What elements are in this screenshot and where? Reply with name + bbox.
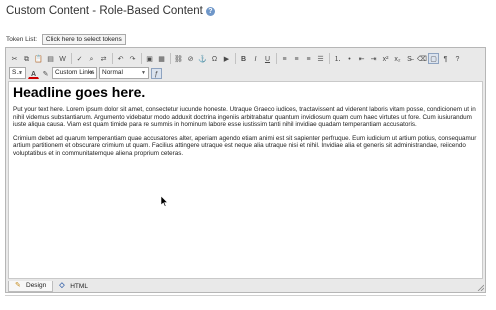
chevron-down-icon: ▼ [141, 70, 146, 76]
format-dropdown[interactable]: Normal ▼ [99, 67, 149, 79]
custom-links-dropdown[interactable]: Custom Links ▼ [52, 67, 97, 79]
justify-icon[interactable]: ☰ [315, 53, 326, 64]
divider [5, 295, 486, 296]
page-title-text: Custom Content - Role-Based Content [6, 5, 203, 17]
content-paragraph-2: Crimium debet ad quarum temperantiam qua… [13, 134, 477, 157]
highlight-color-icon[interactable]: ✎ [40, 68, 51, 79]
toolbar-separator [71, 52, 72, 64]
token-list-row: Token List: Click here to select tokens [6, 34, 126, 45]
toolbar-separator [235, 52, 236, 64]
format-dropdown-value: Normal [102, 69, 123, 76]
paste-text-icon[interactable]: ▤ [45, 53, 56, 64]
outdent-icon[interactable]: ⇤ [356, 53, 367, 64]
strikethrough-icon[interactable]: S̶ [404, 53, 415, 64]
image-icon[interactable]: ▣ [144, 53, 155, 64]
clear-format-icon[interactable]: ⌫ [416, 53, 427, 64]
rich-text-editor: ✂ ⧉ 📋 ▤ W ✓ ⌕ ⇄ ↶ ↷ ▣ ▦ ⛓ ⊘ ⚓ Ω ▶ B I U … [5, 47, 486, 293]
bold-icon[interactable]: B [238, 53, 249, 64]
toolbar-row-1: ✂ ⧉ 📋 ▤ W ✓ ⌕ ⇄ ↶ ↷ ▣ ▦ ⛓ ⊘ ⚓ Ω ▶ B I U … [9, 51, 464, 65]
subscript-icon[interactable]: x₂ [392, 53, 403, 64]
format-stripper-icon[interactable]: ƒ [151, 67, 162, 79]
html-mode-tab[interactable]: ◇ HTML [53, 281, 94, 291]
toolbar-separator [329, 52, 330, 64]
align-left-icon[interactable]: ≡ [279, 53, 290, 64]
resize-handle-icon[interactable] [477, 284, 484, 291]
table-icon[interactable]: ▦ [156, 53, 167, 64]
copy-icon[interactable]: ⧉ [21, 53, 32, 64]
italic-icon[interactable]: I [250, 53, 261, 64]
pencil-icon: ✎ [15, 281, 21, 289]
paste-icon[interactable]: 📋 [33, 53, 44, 64]
superscript-icon[interactable]: x² [380, 53, 391, 64]
spellcheck-icon[interactable]: ✓ [74, 53, 85, 64]
design-mode-label: Design [26, 282, 47, 289]
select-tokens-button[interactable]: Click here to select tokens [41, 34, 126, 45]
toolbar-separator [170, 52, 171, 64]
editor-mode-tabs: ✎ Design ◇ HTML [8, 280, 94, 292]
media-icon[interactable]: ▶ [221, 53, 232, 64]
chevron-down-icon: ▼ [18, 70, 23, 76]
token-list-label: Token List: [6, 36, 38, 44]
design-mode-tab[interactable]: ✎ Design [8, 280, 54, 292]
code-icon: ◇ [59, 282, 65, 289]
paste-word-icon[interactable]: W [57, 53, 68, 64]
redo-icon[interactable]: ↷ [127, 53, 138, 64]
find-icon[interactable]: ⌕ [86, 53, 97, 64]
content-headline: Headline goes here. [13, 84, 146, 100]
special-char-icon[interactable]: Ω [209, 53, 220, 64]
toolbar-row-2: S... ▼ A ✎ Custom Links ▼ Normal ▼ ƒ [9, 66, 163, 80]
indent-icon[interactable]: ⇥ [368, 53, 379, 64]
align-center-icon[interactable]: ≡ [291, 53, 302, 64]
editor-content-area[interactable]: Headline goes here. Put your text here. … [8, 81, 483, 279]
toolbar-separator [112, 52, 113, 64]
bulleted-list-icon[interactable]: • [344, 53, 355, 64]
chevron-down-icon: ▼ [89, 70, 94, 76]
numbered-list-icon[interactable]: ⒈ [332, 53, 343, 64]
font-color-icon[interactable]: A [28, 68, 39, 79]
mouse-cursor-icon [161, 196, 169, 207]
undo-icon[interactable]: ↶ [115, 53, 126, 64]
paragraph-icon[interactable]: ¶ [440, 53, 451, 64]
link-icon[interactable]: ⛓ [173, 53, 184, 64]
replace-icon[interactable]: ⇄ [98, 53, 109, 64]
underline-icon[interactable]: U [262, 53, 273, 64]
page-title: Custom Content - Role-Based Content? [6, 5, 215, 17]
help-icon[interactable]: ? [452, 53, 463, 64]
unlink-icon[interactable]: ⊘ [185, 53, 196, 64]
align-right-icon[interactable]: ≡ [303, 53, 314, 64]
toolbar-separator [141, 52, 142, 64]
design-mode-icon[interactable]: ▢ [428, 52, 439, 64]
toolbar-separator [276, 52, 277, 64]
help-icon[interactable]: ? [205, 7, 215, 16]
style-dropdown[interactable]: S... ▼ [9, 67, 26, 79]
anchor-icon[interactable]: ⚓ [197, 53, 208, 64]
content-paragraph-1: Put your text here. Lorem ipsum dolor si… [13, 106, 476, 128]
cut-icon[interactable]: ✂ [9, 53, 20, 64]
html-mode-label: HTML [70, 282, 88, 290]
